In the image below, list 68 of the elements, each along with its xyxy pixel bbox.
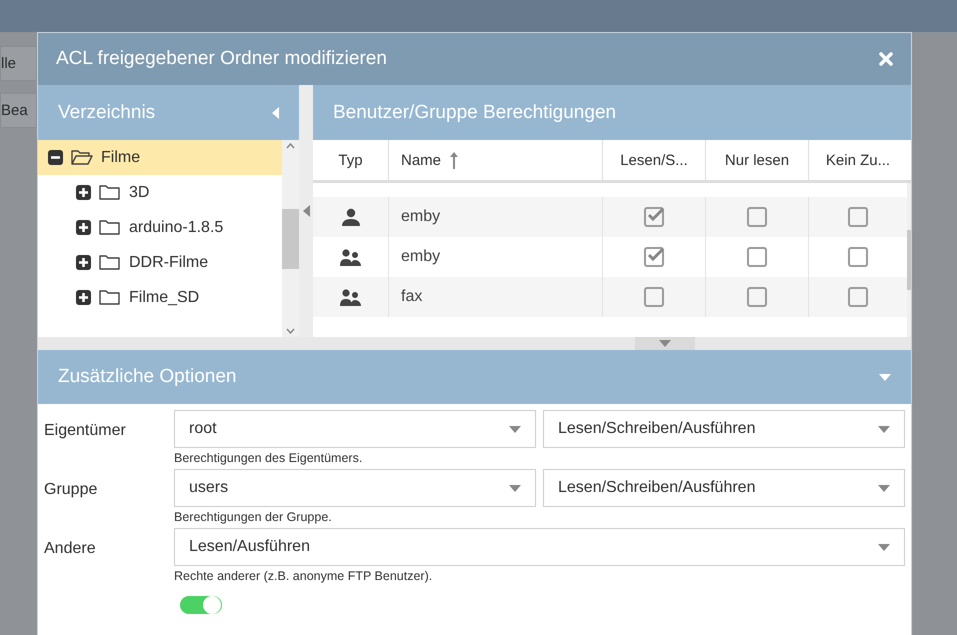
group-icon — [340, 248, 361, 266]
scrollbar[interactable] — [282, 140, 299, 337]
group-icon — [340, 288, 361, 306]
folder-icon — [99, 219, 121, 236]
checkbox[interactable] — [747, 287, 767, 307]
field-hint: Rechte anderer (z.B. anonyme FTP Benutzer). — [174, 569, 432, 583]
dropdown[interactable]: Lesen/Schreiben/Ausführen — [543, 469, 905, 507]
column-header[interactable]: Typ — [313, 140, 388, 180]
expand-icon[interactable] — [76, 185, 91, 200]
checkbox[interactable] — [644, 247, 664, 267]
checkbox[interactable] — [747, 207, 767, 227]
folder-icon — [99, 184, 121, 201]
caret-icon — [509, 426, 521, 432]
folder-name: arduino-1.8.5 — [129, 218, 224, 236]
splitter-caret-icon — [302, 205, 310, 217]
expand-icon[interactable] — [76, 290, 91, 305]
dialog-title: ACL freigegebener Ordner modifizieren — [56, 48, 387, 70]
tree-item[interactable]: Filme — [38, 140, 282, 175]
column-header[interactable]: Name — [388, 140, 602, 180]
collapse-panel-icon — [272, 106, 279, 118]
field-label: Gruppe — [44, 480, 98, 500]
folder-name: Filme_SD — [129, 288, 200, 306]
caret-icon — [658, 340, 670, 347]
checkbox[interactable] — [644, 287, 664, 307]
expand-icon[interactable] — [76, 255, 91, 270]
caret-icon — [878, 426, 890, 432]
dropdown[interactable]: Lesen/Ausführen — [174, 528, 905, 566]
toggle-switch[interactable] — [180, 596, 222, 614]
field-hint: Berechtigungen der Gruppe. — [174, 510, 332, 524]
expand-icon[interactable] — [76, 220, 91, 235]
collapse-icon[interactable] — [48, 150, 63, 165]
column-header[interactable]: Nur lesen — [705, 140, 808, 180]
caret-icon — [878, 484, 890, 492]
close-icon — [879, 52, 893, 66]
checkbox[interactable] — [848, 287, 868, 307]
dropdown[interactable]: root — [174, 410, 536, 448]
folder-icon — [99, 254, 121, 271]
sort-ascending-icon — [449, 151, 460, 169]
field-hint: Berechtigungen des Eigentümers. — [174, 451, 362, 465]
user-icon — [342, 208, 360, 226]
column-header[interactable]: Kein Zu... — [808, 140, 907, 180]
folder-name: Filme — [101, 148, 140, 166]
collapse-handle[interactable] — [634, 337, 694, 350]
table-row[interactable]: emby — [313, 197, 907, 237]
section-title: Zusätzliche Optionen — [58, 366, 236, 388]
folder-name: 3D — [129, 184, 150, 202]
dropdown[interactable]: users — [174, 469, 536, 507]
column-header[interactable]: Lesen/S... — [602, 140, 705, 180]
field-label: Eigentümer — [44, 421, 127, 441]
scroll-up-icon[interactable] — [286, 143, 295, 149]
checkbox[interactable] — [848, 207, 868, 227]
close-button[interactable] — [879, 52, 893, 66]
caret-icon — [509, 484, 521, 492]
caret-icon — [879, 374, 891, 380]
folder-name: DDR-Filme — [129, 254, 208, 272]
folder-icon — [99, 289, 121, 306]
name-cell: fax — [388, 277, 602, 317]
table-row[interactable]: fax — [313, 277, 907, 317]
panel-title: Benutzer/Gruppe Berechtigungen — [333, 102, 616, 124]
dropdown[interactable]: Lesen/Schreiben/Ausführen — [543, 410, 905, 448]
checkbox[interactable] — [747, 247, 767, 267]
panel-title: Verzeichnis — [58, 102, 156, 124]
caret-icon — [878, 544, 890, 550]
folder-icon — [71, 149, 93, 166]
checkbox[interactable] — [644, 207, 664, 227]
checkbox[interactable] — [848, 247, 868, 267]
scroll-down-icon[interactable] — [286, 328, 295, 334]
field-label: Andere — [44, 539, 97, 559]
